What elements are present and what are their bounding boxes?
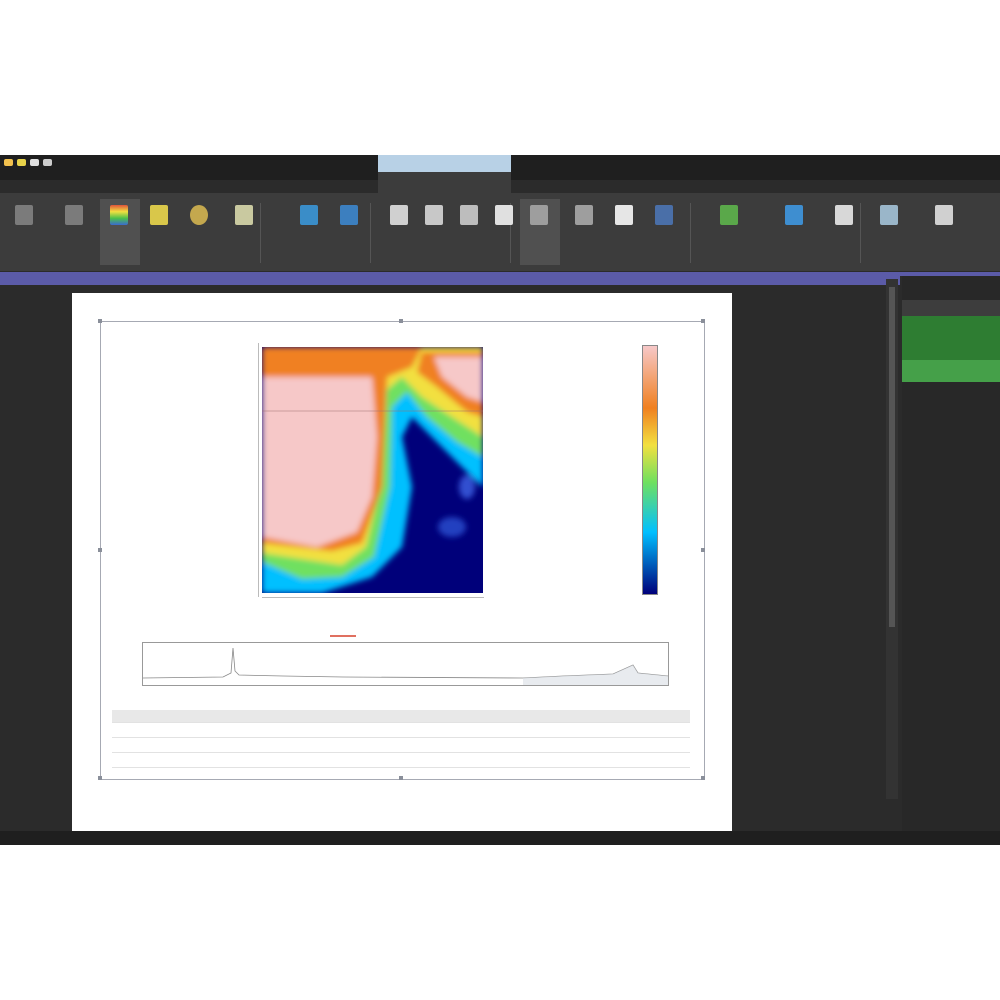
open-folder-icon[interactable]: [4, 158, 13, 166]
square-icon: [615, 205, 633, 225]
ribbon-btn-6[interactable]: [225, 199, 265, 265]
ribbon-btn-20[interactable]: [870, 199, 910, 265]
crop-icon: [425, 205, 443, 225]
report-page: [72, 293, 732, 831]
ribbon-btn-11[interactable]: [450, 199, 490, 265]
resize-handle-tr[interactable]: [701, 319, 705, 323]
ribbon-btn-9[interactable]: [380, 199, 420, 265]
cup-icon: [785, 205, 803, 225]
list-icon: [235, 205, 253, 225]
expand-icon: [935, 205, 953, 225]
table-header: [112, 710, 690, 723]
ribbon-btn-1[interactable]: [55, 199, 95, 265]
pin-icon: [835, 205, 853, 225]
resize-handle-bottom[interactable]: [399, 776, 403, 780]
menu-tab-1[interactable]: [0, 171, 28, 191]
resize-handle-bl[interactable]: [98, 776, 102, 780]
right-panel-selected-item[interactable]: [902, 360, 1000, 382]
shape-icon: [655, 205, 673, 225]
doc-icon: [65, 205, 83, 225]
colorbar: [642, 345, 658, 595]
sphere-icon: [190, 205, 208, 225]
person-icon: [880, 205, 898, 225]
ribbon-btn-colormap[interactable]: [100, 199, 140, 265]
ribbon-btn-7[interactable]: [290, 199, 330, 265]
ribbon-btn-15[interactable]: [605, 199, 645, 265]
profile-icon: [575, 205, 593, 225]
colormap-icon: [110, 205, 128, 225]
ribbon-btn-17[interactable]: [710, 199, 750, 265]
ribbon-group-separator: [690, 203, 691, 263]
ribbon-btn-5[interactable]: [180, 199, 220, 265]
line-icon: [300, 205, 318, 225]
map-x-axis: [262, 597, 484, 598]
window-title: [520, 155, 790, 169]
cube-icon: [340, 205, 358, 225]
ribbon-btn-10[interactable]: [415, 199, 455, 265]
contextual-tab-highlight: [378, 155, 511, 172]
resize-handle-top[interactable]: [399, 319, 403, 323]
spectrum-legend: [330, 626, 480, 637]
spectrum-plot[interactable]: [142, 642, 669, 686]
image-icon: [720, 205, 738, 225]
menu-tab-3[interactable]: [56, 171, 84, 191]
menu-tabs: [0, 171, 196, 191]
ribbon-btn-19[interactable]: [825, 199, 865, 265]
resize-handle-right[interactable]: [701, 548, 705, 552]
doc-icon: [15, 205, 33, 225]
menu-tab-7[interactable]: [168, 171, 196, 191]
heatmap-image[interactable]: [262, 347, 483, 593]
ribbon-group-separator: [370, 203, 371, 263]
right-panel: [902, 276, 1000, 845]
ribbon-btn-21[interactable]: [925, 199, 965, 265]
resize-handle-tl[interactable]: [98, 319, 102, 323]
ribbon-btn-2[interactable]: [5, 199, 45, 265]
brush-icon[interactable]: [30, 158, 39, 166]
menu-tab-6[interactable]: [140, 171, 168, 191]
table-row: [112, 738, 690, 753]
document-tab-strip: [0, 272, 900, 285]
grid-icon: [460, 205, 478, 225]
ribbon-btn-12[interactable]: [485, 199, 525, 265]
profile-icon: [530, 205, 548, 225]
ribbon-btn-16[interactable]: [645, 199, 685, 265]
image-icon: [150, 205, 168, 225]
cursor-icon: [390, 205, 408, 225]
map-y-axis: [258, 343, 259, 597]
menu-tab-2[interactable]: [28, 171, 56, 191]
table-row: [112, 723, 690, 738]
ribbon-toolbar: [0, 193, 1000, 271]
resize-handle-left[interactable]: [98, 548, 102, 552]
menu-tab-5[interactable]: [112, 171, 140, 191]
title-bar: [0, 155, 1000, 193]
scrollbar-thumb[interactable]: [889, 287, 895, 627]
contextual-tab[interactable]: [378, 172, 511, 193]
ribbon-btn-4[interactable]: [140, 199, 180, 265]
table-row: [112, 753, 690, 768]
application-window: [0, 155, 1000, 845]
right-panel-toolbar[interactable]: [902, 300, 1000, 316]
dots-icon: [495, 205, 513, 225]
info-table: [112, 710, 690, 768]
ribbon-btn-8[interactable]: [330, 199, 370, 265]
resize-handle-br[interactable]: [701, 776, 705, 780]
ribbon-btn-18[interactable]: [775, 199, 815, 265]
save-icon[interactable]: [17, 158, 26, 166]
quick-access-toolbar: [4, 155, 52, 169]
ribbon-btn-14[interactable]: [565, 199, 605, 265]
arrow-icon[interactable]: [43, 158, 52, 166]
menu-tab-4[interactable]: [84, 171, 112, 191]
status-bar: [0, 831, 1000, 845]
ribbon-btn-13[interactable]: [520, 199, 560, 265]
